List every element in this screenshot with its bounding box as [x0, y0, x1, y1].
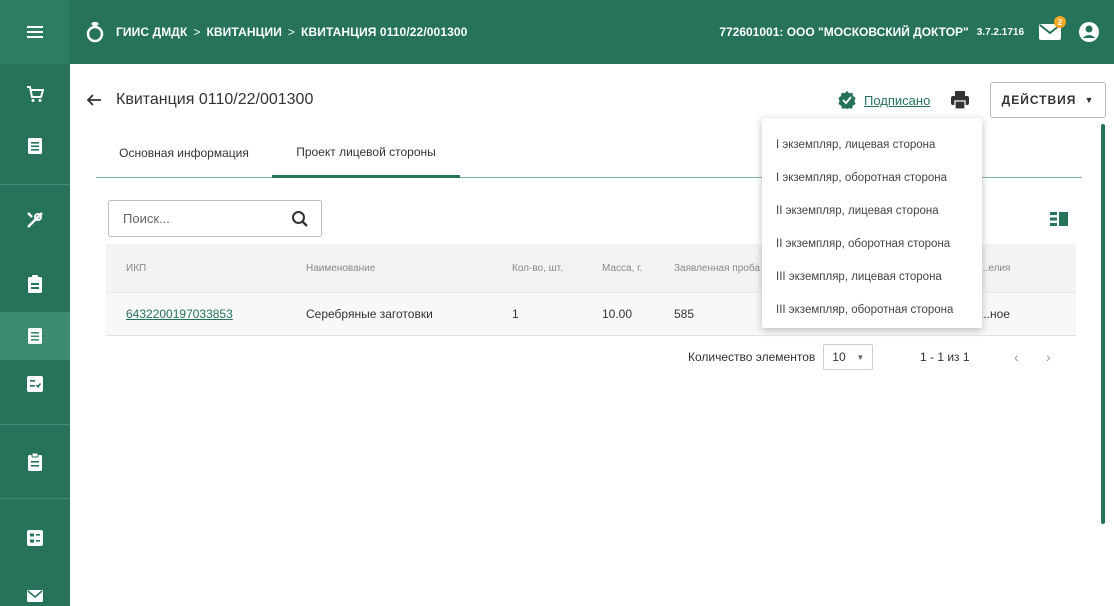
menu-item-copy3-back[interactable]: III экземпляр, оборотная сторона — [762, 293, 982, 326]
organization-label[interactable]: 772601001: ООО "МОСКОВСКИЙ ДОКТОР" — [719, 25, 968, 39]
pagination: Количество элементов 10 ▼ 1 - 1 из 1 ‹ › — [688, 344, 1088, 370]
verified-icon — [838, 91, 856, 109]
sidebar-item-clipboard[interactable] — [0, 438, 70, 486]
ikp-link[interactable]: 6432200197033853 — [126, 293, 233, 335]
menu-item-copy1-back[interactable]: I экземпляр, оборотная сторона — [762, 161, 982, 194]
document-icon — [28, 138, 42, 154]
search-icon[interactable] — [291, 210, 309, 228]
menu-item-copy3-front[interactable]: III экземпляр, лицевая сторона — [762, 260, 982, 293]
print-button[interactable] — [950, 90, 970, 110]
sidebar-item-tools[interactable] — [0, 196, 70, 244]
item-mass: 10.00 — [602, 307, 633, 321]
back-button[interactable] — [84, 90, 104, 110]
checklist-icon — [27, 376, 43, 392]
column-header-mass[interactable]: Масса, г. — [602, 244, 642, 292]
top-bar: ГИИС ДМДК > КВИТАНЦИИ > КВИТАНЦИЯ 0110/2… — [0, 0, 1114, 64]
search-box — [108, 200, 322, 237]
sidebar-item-mail[interactable] — [0, 572, 70, 606]
sidebar-item-receipts[interactable] — [0, 312, 70, 360]
view-columns-icon[interactable] — [1050, 212, 1068, 226]
form-icon — [27, 530, 43, 546]
signed-link[interactable]: Подписано — [864, 93, 930, 108]
tab-main-info[interactable]: Основная информация — [106, 128, 262, 177]
sidebar-item-badge[interactable] — [0, 260, 70, 308]
sidebar-item-forms[interactable] — [0, 514, 70, 562]
actions-label: ДЕЙСТВИЯ — [1001, 93, 1077, 107]
tab-front-side-draft[interactable]: Проект лицевой стороны — [272, 128, 460, 178]
sidebar-divider — [0, 424, 70, 425]
cart-icon — [27, 86, 44, 102]
menu-item-copy2-front[interactable]: II экземпляр, лицевая сторона — [762, 194, 982, 227]
sidebar-item-checklist[interactable] — [0, 360, 70, 408]
caret-down-icon: ▼ — [1084, 95, 1095, 105]
scrollbar[interactable] — [1101, 124, 1105, 524]
sidebar-item-cart[interactable] — [0, 70, 70, 118]
breadcrumb-item-current: КВИТАНЦИЯ 0110/22/001300 — [301, 25, 468, 39]
version-label: 3.7.2.1716 — [976, 26, 1024, 38]
sidebar-item-documents[interactable] — [0, 122, 70, 170]
item-type: ...ное — [980, 307, 1010, 321]
column-header-item-type[interactable]: ...елия — [980, 244, 1010, 292]
sidebar-divider — [0, 498, 70, 499]
page-range: 1 - 1 из 1 — [920, 350, 970, 364]
document-icon — [28, 328, 42, 344]
breadcrumb: ГИИС ДМДК > КВИТАНЦИИ > КВИТАНЦИЯ 0110/2… — [116, 25, 467, 39]
menu-item-copy1-front[interactable]: I экземпляр, лицевая сторона — [762, 128, 982, 161]
page-size-label: Количество элементов — [688, 350, 816, 364]
menu-button[interactable] — [0, 0, 70, 64]
actions-dropdown-menu: I экземпляр, лицевая сторона I экземпляр… — [762, 118, 982, 328]
tools-icon — [27, 212, 43, 228]
item-qty: 1 — [512, 307, 519, 321]
print-icon — [951, 91, 969, 110]
column-header-qty[interactable]: Кол-во, шт. — [512, 244, 563, 292]
page-title: Квитанция 0110/22/001300 — [116, 91, 314, 108]
prev-page-button[interactable]: ‹ — [1014, 349, 1019, 365]
actions-button[interactable]: ДЕЙСТВИЯ ▼ — [990, 82, 1106, 118]
page-header: Квитанция 0110/22/001300 Подписано ДЕЙСТ… — [84, 82, 1106, 118]
notification-badge: 2 — [1054, 16, 1066, 28]
sidebar-divider — [0, 184, 70, 185]
top-right-area: 772601001: ООО "МОСКОВСКИЙ ДОКТОР" 3.7.2… — [719, 0, 1114, 64]
breadcrumb-separator: > — [193, 25, 201, 39]
column-header-ikp[interactable]: ИКП — [126, 244, 146, 292]
ring-logo-icon — [84, 21, 106, 43]
sidebar — [0, 64, 70, 606]
clipboard-icon — [28, 453, 42, 471]
breadcrumb-separator: > — [287, 25, 296, 39]
breadcrumb-item-receipts[interactable]: КВИТАНЦИИ — [206, 25, 281, 39]
next-page-button[interactable]: › — [1046, 349, 1051, 365]
breadcrumb-item-root[interactable]: ГИИС ДМДК — [116, 25, 187, 39]
hamburger-icon — [27, 26, 43, 38]
item-probe: 585 — [674, 307, 695, 321]
badge-icon — [28, 275, 42, 293]
column-header-probe[interactable]: Заявленная проба — [674, 244, 774, 292]
notifications-button[interactable]: 2 — [1038, 16, 1066, 44]
arrow-back-icon — [87, 94, 101, 106]
account-circle-icon — [1079, 22, 1099, 42]
column-header-name[interactable]: Наименование — [306, 244, 375, 292]
page-size-value: 10 — [832, 350, 846, 364]
signed-status[interactable]: Подписано — [838, 82, 930, 118]
mail-icon — [27, 590, 43, 602]
user-account-button[interactable] — [1078, 21, 1100, 43]
menu-item-copy2-back[interactable]: II экземпляр, оборотная сторона — [762, 227, 982, 260]
item-name: Серебряные заготовки — [306, 307, 433, 321]
page-size-select[interactable]: 10 ▼ — [823, 344, 874, 370]
caret-down-icon: ▼ — [856, 352, 865, 362]
search-input[interactable] — [123, 211, 283, 226]
